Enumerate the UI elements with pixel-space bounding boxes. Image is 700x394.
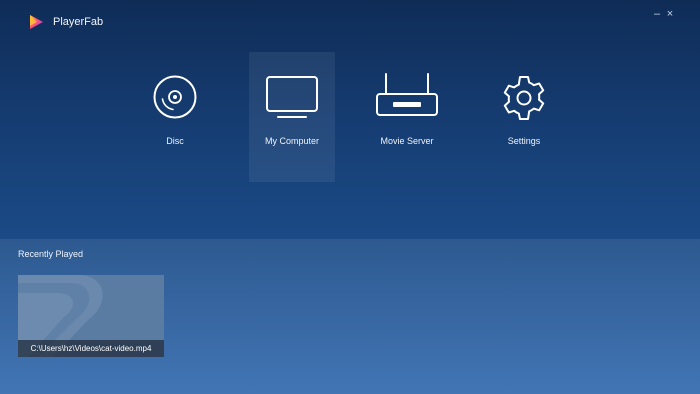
nav-item-my-computer[interactable]: My Computer: [249, 52, 335, 182]
minimize-button[interactable]: –: [650, 7, 664, 21]
router-icon: [364, 73, 450, 130]
nav-label-disc: Disc: [166, 136, 184, 146]
recently-played-heading: Recently Played: [18, 249, 84, 259]
app-title: PlayerFab: [53, 16, 104, 28]
nav-item-settings[interactable]: Settings: [481, 52, 567, 182]
monitor-icon: [249, 74, 335, 130]
gear-icon: [481, 74, 567, 130]
close-button[interactable]: ×: [663, 7, 677, 21]
recent-video-thumbnail[interactable]: C:\Users\hz\Videos\cat-video.mp4: [18, 275, 164, 357]
nav-label-movie-server: Movie Server: [380, 136, 434, 146]
nav-label-settings: Settings: [507, 136, 541, 146]
app-logo-icon: [30, 15, 43, 29]
nav-label-my-computer: My Computer: [264, 136, 319, 146]
recent-video-path: C:\Users\hz\Videos\cat-video.mp4: [18, 340, 164, 357]
top-panel: [0, 0, 700, 239]
disc-icon: [132, 74, 218, 130]
nav-item-disc[interactable]: Disc: [132, 52, 218, 182]
nav-item-movie-server[interactable]: Movie Server: [364, 52, 450, 182]
